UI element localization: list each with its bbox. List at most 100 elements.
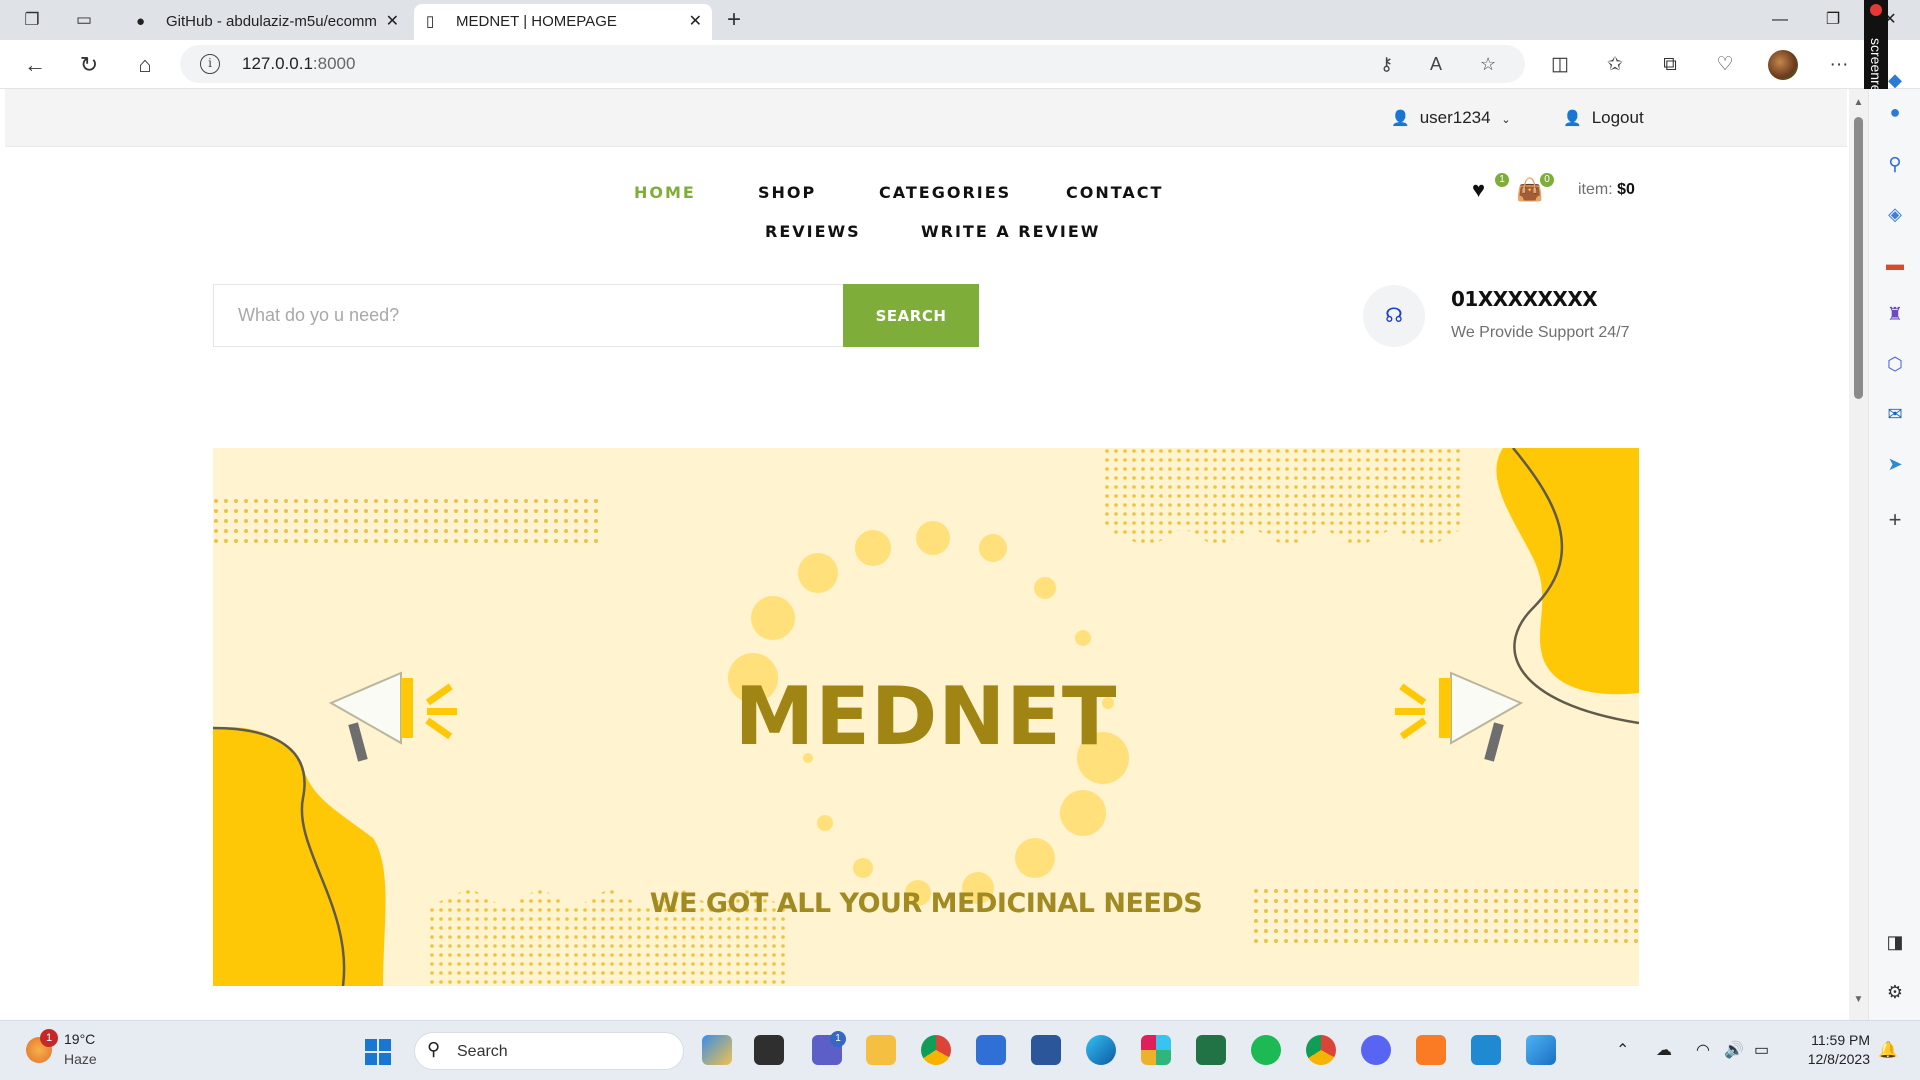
back-icon[interactable]: ← <box>20 50 50 80</box>
browser-essentials-icon[interactable]: ♡ <box>1710 50 1740 80</box>
notification-bell-icon[interactable]: 🔔 <box>1878 1021 1898 1080</box>
profile-avatar[interactable] <box>1768 50 1798 80</box>
tools-icon[interactable]: ▬ <box>1882 251 1908 277</box>
address-bar-row: ← ↻ ⌂ i 127.0.0.1:8000 ⚷ A ☆ ◫ ✩ ⧉ ♡ ··· <box>0 40 1920 89</box>
add-icon[interactable]: + <box>1882 507 1908 533</box>
user-icon: 👤 <box>1391 110 1410 127</box>
split-screen-icon[interactable]: ◫ <box>1545 50 1575 80</box>
close-icon[interactable]: ✕ <box>689 4 702 40</box>
shopping-tag-icon[interactable]: ◈ <box>1882 201 1908 227</box>
browser-tab-bar: ❐ ▭ ● GitHub - abdulaziz-m5u/ecomm ✕ ▯ M… <box>0 0 1920 40</box>
scroll-thumb[interactable] <box>1854 117 1863 399</box>
scroll-down-icon[interactable]: ▼ <box>1853 994 1864 1005</box>
url-field[interactable]: i 127.0.0.1:8000 ⚷ A ☆ <box>180 45 1525 83</box>
taskbar-search-label: Search <box>457 1043 508 1060</box>
store-icon[interactable] <box>976 1035 1006 1065</box>
url-text: 127.0.0.1:8000 <box>242 45 355 83</box>
minimize-icon[interactable]: — <box>1760 6 1800 34</box>
outlook-icon[interactable]: ✉ <box>1882 401 1908 427</box>
url-port: :8000 <box>312 54 356 73</box>
collections-icon[interactable]: ⧉ <box>1655 50 1685 80</box>
chevron-up-icon[interactable]: ⌃ <box>1616 1021 1629 1080</box>
new-tab-icon[interactable]: + <box>722 8 746 32</box>
item-label: item: <box>1578 181 1613 198</box>
task-view-icon[interactable] <box>754 1035 784 1065</box>
user-menu[interactable]: 👤 user1234 ⌄ <box>1391 89 1511 149</box>
settings-gear-icon[interactable]: ⚙ <box>1882 979 1908 1005</box>
close-icon[interactable]: ✕ <box>386 4 399 40</box>
tab-actions-icon[interactable]: ▭ <box>72 8 96 32</box>
clock-time: 11:59 PM <box>1811 1032 1870 1048</box>
discord-icon[interactable] <box>1361 1035 1391 1065</box>
windows-taskbar: 1 19°C Haze ⚲ Search 1 ⌃ ☁ ◠ 🔊 ▭ 11:59 P… <box>0 1020 1920 1080</box>
drop-icon[interactable]: ➤ <box>1882 451 1908 477</box>
teams-badge: 1 <box>830 1031 846 1047</box>
refresh-icon[interactable]: ↻ <box>74 50 104 80</box>
copilot-app-icon[interactable] <box>702 1035 732 1065</box>
xampp-icon[interactable] <box>1416 1035 1446 1065</box>
spotify-icon[interactable] <box>1251 1035 1281 1065</box>
weather-condition[interactable]: Haze <box>64 1051 97 1067</box>
volume-icon[interactable]: 🔊 <box>1724 1021 1744 1080</box>
read-aloud-icon[interactable]: A <box>1430 45 1442 83</box>
nav-write-review[interactable]: WRITE A REVIEW <box>921 222 1100 241</box>
password-key-icon[interactable]: ⚷ <box>1380 45 1393 83</box>
search-button[interactable]: SEARCH <box>843 284 979 347</box>
url-host: 127.0.0.1 <box>242 54 313 73</box>
support-text: We Provide Support 24/7 <box>1451 324 1630 341</box>
tab-github[interactable]: ● GitHub - abdulaziz-m5u/ecomm ✕ <box>124 4 409 40</box>
hero-banner[interactable]: MEDNET WE GOT ALL YOUR MEDICINAL NEEDS <box>213 448 1639 986</box>
site-info-icon[interactable]: i <box>200 54 220 74</box>
wifi-icon[interactable]: ◠ <box>1696 1021 1710 1080</box>
tab-title: GitHub - abdulaziz-m5u/ecomm <box>166 13 377 30</box>
restore-icon[interactable]: ❐ <box>1813 6 1853 34</box>
taskbar-clock[interactable]: 11:59 PM 12/8/2023 <box>1800 1031 1870 1069</box>
chevron-down-icon: ⌄ <box>1501 114 1511 126</box>
wishlist-heart-icon[interactable]: ♥ <box>1472 177 1485 203</box>
more-options-icon[interactable]: ··· <box>1824 50 1854 80</box>
search-form: SEARCH <box>213 284 979 347</box>
nav-shop[interactable]: SHOP <box>758 183 816 202</box>
github-icon: ● <box>136 13 146 30</box>
scroll-up-icon[interactable]: ▲ <box>1853 97 1864 108</box>
search-input[interactable] <box>214 285 841 346</box>
wishlist-count-badge: 1 <box>1495 173 1509 187</box>
games-icon[interactable]: ♜ <box>1882 301 1908 327</box>
logout-link[interactable]: 👤 Logout <box>1563 89 1644 148</box>
nav-categories[interactable]: CATEGORIES <box>879 183 1011 202</box>
copilot-icon[interactable]: ◆ <box>1882 67 1908 93</box>
weather-temp[interactable]: 19°C <box>64 1031 95 1047</box>
clock-date: 12/8/2023 <box>1807 1051 1870 1067</box>
workspaces-icon[interactable]: ❐ <box>20 8 44 32</box>
slack-icon[interactable] <box>1141 1035 1171 1065</box>
photos-icon[interactable] <box>1526 1035 1556 1065</box>
word-icon[interactable] <box>1031 1035 1061 1065</box>
tab-mednet[interactable]: ▯ MEDNET | HOMEPAGE ✕ <box>414 4 712 40</box>
nav-home[interactable]: HOME <box>634 183 696 202</box>
favorite-star-icon[interactable]: ☆ <box>1480 45 1496 83</box>
taskbar-search[interactable]: ⚲ Search <box>414 1032 684 1070</box>
edge-icon[interactable] <box>1086 1035 1116 1065</box>
chrome-profile-icon[interactable] <box>1306 1035 1336 1065</box>
page-scrollbar[interactable]: ▲ ▼ <box>1849 89 1868 1020</box>
nav-contact[interactable]: CONTACT <box>1066 183 1163 202</box>
onedrive-icon[interactable]: ☁ <box>1656 1021 1672 1080</box>
home-icon[interactable]: ⌂ <box>130 50 160 80</box>
cart-total: item: $0 <box>1578 181 1635 199</box>
search-icon: ⚲ <box>427 1039 441 1059</box>
chrome-icon[interactable] <box>921 1035 951 1065</box>
start-button[interactable] <box>365 1039 391 1065</box>
cart-count-badge: 0 <box>1540 173 1554 187</box>
notification-icon[interactable]: ● <box>1882 99 1908 125</box>
favorites-icon[interactable]: ✩ <box>1600 50 1630 80</box>
nav-reviews[interactable]: REVIEWS <box>765 222 861 241</box>
microsoft365-icon[interactable]: ⬡ <box>1882 351 1908 377</box>
file-explorer-icon[interactable] <box>866 1035 896 1065</box>
tab-title: MEDNET | HOMEPAGE <box>456 13 617 30</box>
excel-icon[interactable] <box>1196 1035 1226 1065</box>
hide-sidebar-icon[interactable]: ◨ <box>1882 929 1908 955</box>
battery-icon[interactable]: ▭ <box>1754 1021 1769 1080</box>
search-icon[interactable]: ⚲ <box>1882 151 1908 177</box>
vscode-icon[interactable] <box>1471 1035 1501 1065</box>
support-phone: 01XXXXXXXX <box>1451 287 1598 311</box>
